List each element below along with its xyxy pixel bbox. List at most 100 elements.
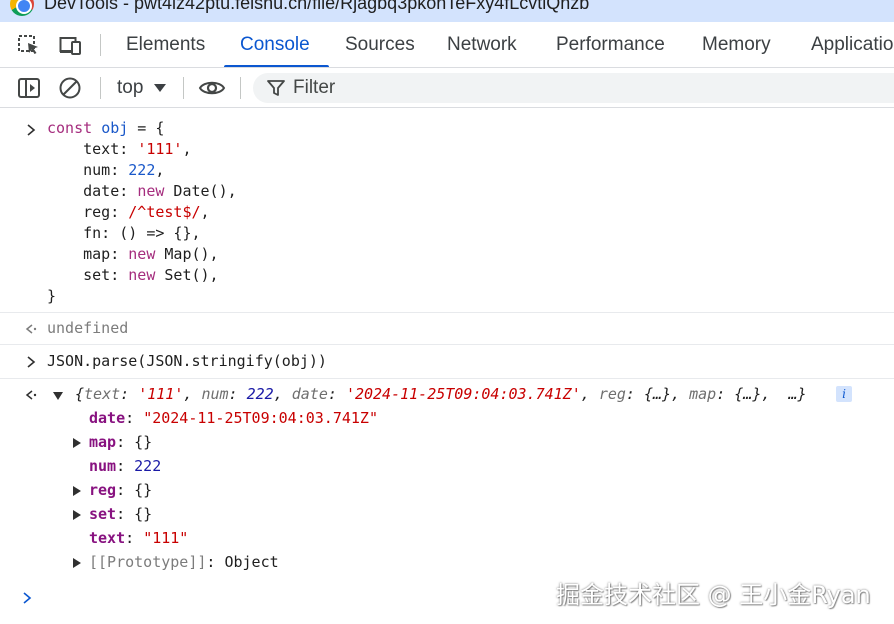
code-token: num: [47,161,129,179]
object-preview[interactable]: {text: '111', num: 222, date: '2024-11-2… [75,384,807,405]
code-token: new [137,182,165,200]
preview-token: reg [598,385,626,403]
code-line: text: '111', [47,139,191,160]
console-prompt-icon[interactable] [20,591,34,605]
preview-token: date [291,385,328,403]
object-property[interactable]: reg: {} [89,480,152,501]
preview-token: : {…}, [625,385,690,403]
result-arrow-icon [25,324,37,334]
property-value: "111" [143,529,189,547]
preview-token: '2024-11-25T09:04:03.741Z' [345,385,581,403]
property-colon: : [125,529,144,547]
property-key: num [89,457,117,475]
code-token: fn: () => {}, [47,224,201,242]
code-token: reg: [47,203,129,221]
preview-token: , [273,385,292,403]
code-token: Map(), [155,245,219,263]
preview-token: : [120,385,139,403]
filter-input[interactable] [293,73,883,103]
property-colon: : [116,505,135,523]
preview-token: num [201,385,229,403]
code-token: Date(), [164,182,237,200]
devtools-tabbar: Elements Console Sources Network Perform… [0,22,894,68]
inspect-element-icon[interactable] [17,34,41,56]
code-line: set: new Set(), [47,265,218,286]
clear-console-icon[interactable] [58,76,82,100]
tab-sources[interactable]: Sources [345,22,415,67]
tab-application[interactable]: Applicatio [811,22,893,67]
property-key: set [89,505,117,523]
live-expression-eye-icon[interactable] [198,76,226,100]
code-token: } [47,287,57,305]
console-panel[interactable]: const obj = { text: '111', num: 222, dat… [0,109,894,624]
object-property: num: 222 [89,456,161,477]
code-token: obj [101,119,129,137]
code-token: , [200,203,210,221]
window-titlebar: DevTools - pwt4lz42ptu.feishu.cn/file/Rj… [0,0,894,22]
expand-triangle-icon[interactable] [73,438,81,448]
property-colon: : [116,457,135,475]
object-property[interactable]: [[Prototype]]: Object [89,552,279,573]
object-property[interactable]: map: {} [89,432,152,453]
preview-token: : [327,385,346,403]
code-token: = { [128,119,165,137]
preview-token: : [228,385,247,403]
tab-network[interactable]: Network [447,22,517,67]
property-colon: : [116,433,135,451]
chevron-down-icon[interactable] [154,84,166,92]
code-line: num: 222, [47,160,164,181]
object-property[interactable]: set: {} [89,504,152,525]
expand-triangle-icon[interactable] [73,486,81,496]
property-value: {} [134,433,153,451]
property-value: {} [134,481,153,499]
collapse-triangle-icon[interactable] [53,392,63,400]
code-line: } [47,286,56,307]
console-input-message: JSON.parse(JSON.stringify(obj)) [0,345,894,379]
tabbar-divider [100,34,101,56]
code-line: date: new Date(), [47,181,237,202]
property-colon: : [206,553,225,571]
code-token: 222 [128,161,156,179]
tab-console[interactable]: Console [240,22,310,67]
filter-box[interactable] [253,73,894,103]
device-toolbar-icon[interactable] [59,34,83,56]
result-undefined: undefined [47,319,129,337]
property-value: {} [134,505,153,523]
code-line: const obj = { [47,118,164,139]
toolbar-divider [100,77,101,99]
code-line: map: new Map(), [47,244,219,265]
info-icon[interactable]: i [836,386,852,402]
window-title: DevTools - pwt4lz42ptu.feishu.cn/file/Rj… [44,0,590,13]
code-token: /^test$/ [128,203,201,221]
preview-token: : {…}, …} [716,385,807,403]
tab-performance[interactable]: Performance [556,22,665,67]
preview-token: { [75,385,85,403]
console-input-message: const obj = { text: '111', num: 222, dat… [0,109,894,313]
context-selector[interactable]: top [117,68,143,108]
result-arrow-icon [25,390,37,400]
filter-funnel-icon [267,80,285,96]
code-token: '111' [137,140,183,158]
property-key: map [89,433,117,451]
property-colon: : [125,409,144,427]
property-value: 222 [134,457,162,475]
preview-token: text [84,385,121,403]
property-key: reg [89,481,117,499]
toolbar-divider [183,77,184,99]
input-expression: JSON.parse(JSON.stringify(obj)) [47,352,327,370]
watermark: 掘金技术社区 @ 王小金Ryan [556,581,871,609]
code-token: map: [47,245,129,263]
expand-triangle-icon[interactable] [73,510,81,520]
property-key: [[Prototype]] [89,553,207,571]
expand-triangle-icon[interactable] [73,558,81,568]
preview-token: '111' [138,385,184,403]
show-sidebar-icon[interactable] [17,76,41,100]
tab-memory[interactable]: Memory [702,22,771,67]
property-key: date [89,409,126,427]
console-toolbar: top [0,68,894,108]
code-token: date: [47,182,138,200]
property-colon: : [116,481,135,499]
tab-elements[interactable]: Elements [126,22,205,67]
object-property: text: "111" [89,528,188,549]
console-result-message: undefined [0,313,894,345]
